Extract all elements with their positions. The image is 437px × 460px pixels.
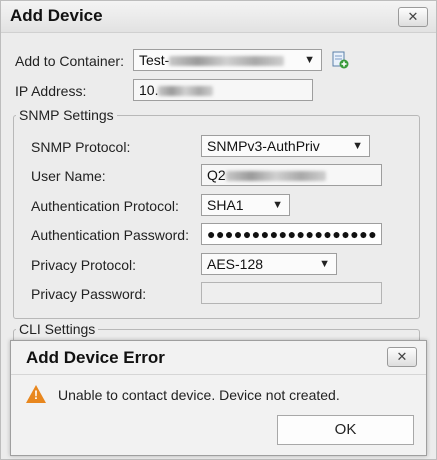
privacy-password-input[interactable]	[201, 282, 382, 304]
dialog-titlebar: Add Device ✕	[1, 1, 436, 33]
username-value: Q2	[207, 167, 226, 183]
username-label: User Name:	[31, 168, 106, 184]
close-button[interactable]: ✕	[398, 7, 428, 27]
snmp-settings-legend: SNMP Settings	[16, 107, 117, 123]
ip-value: 10.	[139, 82, 159, 98]
container-value: Test-	[139, 52, 170, 68]
auth-password-input[interactable]: ●●●●●●●●●●●●●●●●●●●	[201, 223, 382, 245]
cli-settings-legend: CLI Settings	[16, 321, 99, 337]
redacted-text	[169, 56, 285, 67]
ip-address-input[interactable]: 10.	[133, 79, 313, 101]
privacy-protocol-select[interactable]: AES-128 ▼	[201, 253, 337, 275]
close-icon: ✕	[396, 349, 408, 364]
error-dialog: Add Device Error ✕ ! Unable to contact d…	[10, 340, 427, 456]
snmp-protocol-select[interactable]: SNMPv3-AuthPriv ▼	[201, 135, 370, 157]
divider	[11, 374, 426, 375]
dialog-title: Add Device	[10, 6, 103, 25]
ok-button[interactable]: OK	[277, 415, 414, 445]
username-input[interactable]: Q2	[201, 164, 382, 186]
container-label: Add to Container:	[15, 53, 124, 69]
snmp-protocol-label: SNMP Protocol:	[31, 139, 131, 155]
privacy-protocol-label: Privacy Protocol:	[31, 257, 137, 273]
error-dialog-title: Add Device Error	[26, 348, 165, 367]
auth-password-value: ●●●●●●●●●●●●●●●●●●●	[207, 226, 378, 242]
auth-password-label: Authentication Password:	[31, 227, 189, 243]
close-icon: ✕	[407, 9, 419, 24]
dropdown-caret-icon: ▼	[304, 54, 315, 66]
redacted-text	[225, 171, 326, 182]
warning-icon-mark: !	[34, 388, 38, 402]
dropdown-caret-icon: ▼	[319, 258, 330, 270]
container-select[interactable]: Test- ▼	[133, 49, 322, 71]
snmp-protocol-value: SNMPv3-AuthPriv	[207, 138, 320, 154]
auth-protocol-label: Authentication Protocol:	[31, 198, 179, 214]
dropdown-caret-icon: ▼	[352, 140, 363, 152]
redacted-text	[158, 86, 214, 97]
error-message: Unable to contact device. Device not cre…	[58, 387, 340, 403]
error-close-button[interactable]: ✕	[387, 347, 417, 367]
privacy-protocol-value: AES-128	[207, 256, 264, 272]
dropdown-caret-icon: ▼	[272, 199, 283, 211]
privacy-password-label: Privacy Password:	[31, 286, 147, 302]
auth-protocol-value: SHA1	[207, 197, 244, 213]
add-container-icon[interactable]	[331, 51, 349, 69]
auth-protocol-select[interactable]: SHA1 ▼	[201, 194, 290, 216]
ip-label: IP Address:	[15, 83, 87, 99]
